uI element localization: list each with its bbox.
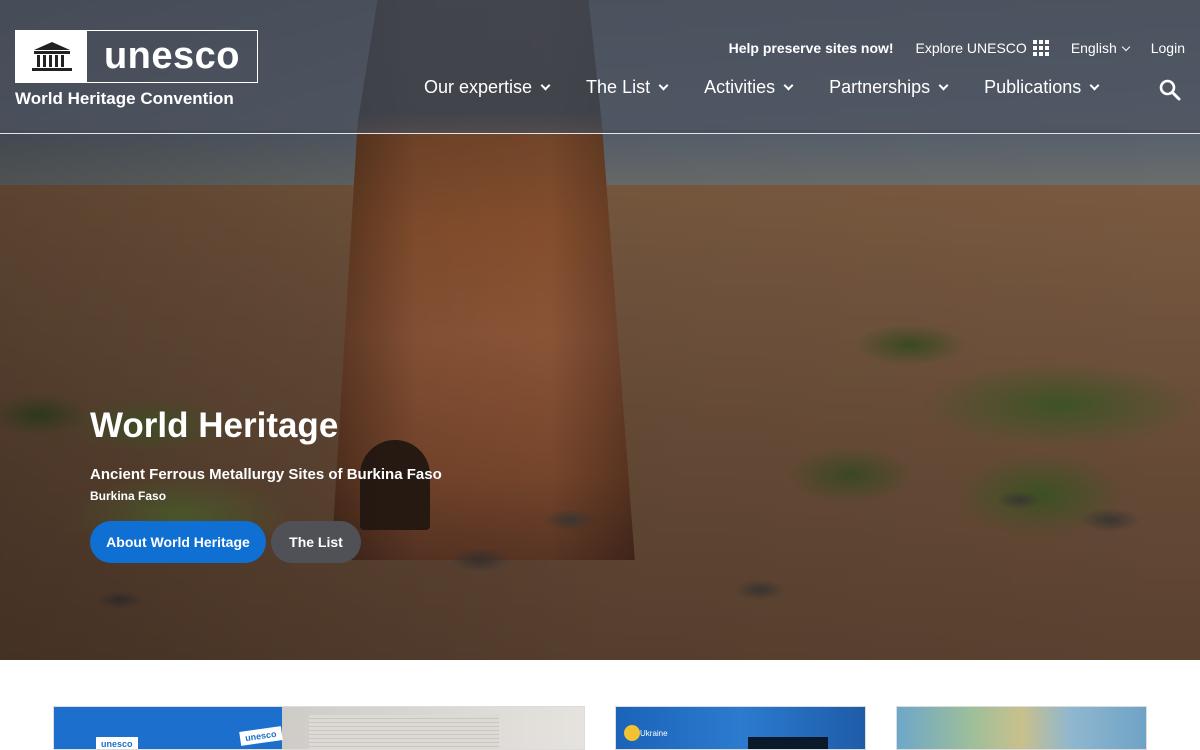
about-world-heritage-button[interactable]: About World Heritage (90, 521, 266, 563)
logo-wordmark: unesco (103, 35, 241, 77)
card-shutter (309, 715, 499, 749)
card-unesco-sign: unesco (96, 737, 138, 749)
unesco-logo[interactable]: unesco (15, 30, 258, 83)
chevron-down-icon (1121, 42, 1130, 51)
nav-label: Partnerships (829, 77, 931, 97)
nav-the-list[interactable]: The List (586, 77, 669, 98)
logo-subtitle[interactable]: World Heritage Convention (15, 89, 234, 109)
hero-site-name[interactable]: Ancient Ferrous Metallurgy Sites of Burk… (90, 466, 442, 483)
chevron-down-icon (783, 80, 794, 91)
nav-activities[interactable]: Activities (704, 77, 794, 98)
grid-dots-icon (1032, 40, 1049, 56)
utility-nav: Help preserve sites now! Explore UNESCO … (729, 40, 1185, 56)
nav-label: The List (586, 77, 651, 97)
login-link[interactable]: Login (1151, 40, 1185, 56)
card-unesco-sign: unesco (239, 726, 283, 746)
nav-label: Our expertise (424, 77, 533, 97)
nav-label: Activities (704, 77, 776, 97)
news-card-image[interactable]: unesco unesco (53, 706, 585, 750)
search-icon[interactable] (1158, 78, 1182, 102)
card-screen (748, 737, 828, 749)
news-card-map-image[interactable] (896, 706, 1147, 750)
news-card-image[interactable]: Ukraine (615, 706, 866, 750)
language-selector[interactable]: English (1070, 40, 1130, 56)
the-list-button[interactable]: The List (271, 521, 361, 563)
nav-publications[interactable]: Publications (984, 77, 1100, 98)
hero-country: Burkina Faso (90, 489, 167, 503)
site-header: unesco World Heritage Convention Help pr… (0, 0, 1200, 134)
chevron-down-icon (540, 80, 551, 91)
chevron-down-icon (1089, 80, 1100, 91)
explore-unesco-label: Explore UNESCO (915, 40, 1027, 56)
nav-label: Publications (984, 77, 1082, 97)
nav-our-expertise[interactable]: Our expertise (424, 77, 551, 98)
chevron-down-icon (938, 80, 949, 91)
explore-unesco-link[interactable]: Explore UNESCO (916, 40, 1049, 56)
chevron-down-icon (658, 80, 669, 91)
card-banner-text: Ukraine (640, 729, 668, 738)
unesco-temple-icon (16, 31, 87, 82)
help-preserve-link[interactable]: Help preserve sites now! (729, 40, 894, 56)
card-logo-circle (624, 725, 640, 741)
hero-title: World Heritage (90, 406, 339, 445)
nav-partnerships[interactable]: Partnerships (829, 77, 949, 98)
main-nav: Our expertise The List Activities Partne… (424, 77, 1135, 98)
language-label: English (1070, 40, 1117, 56)
